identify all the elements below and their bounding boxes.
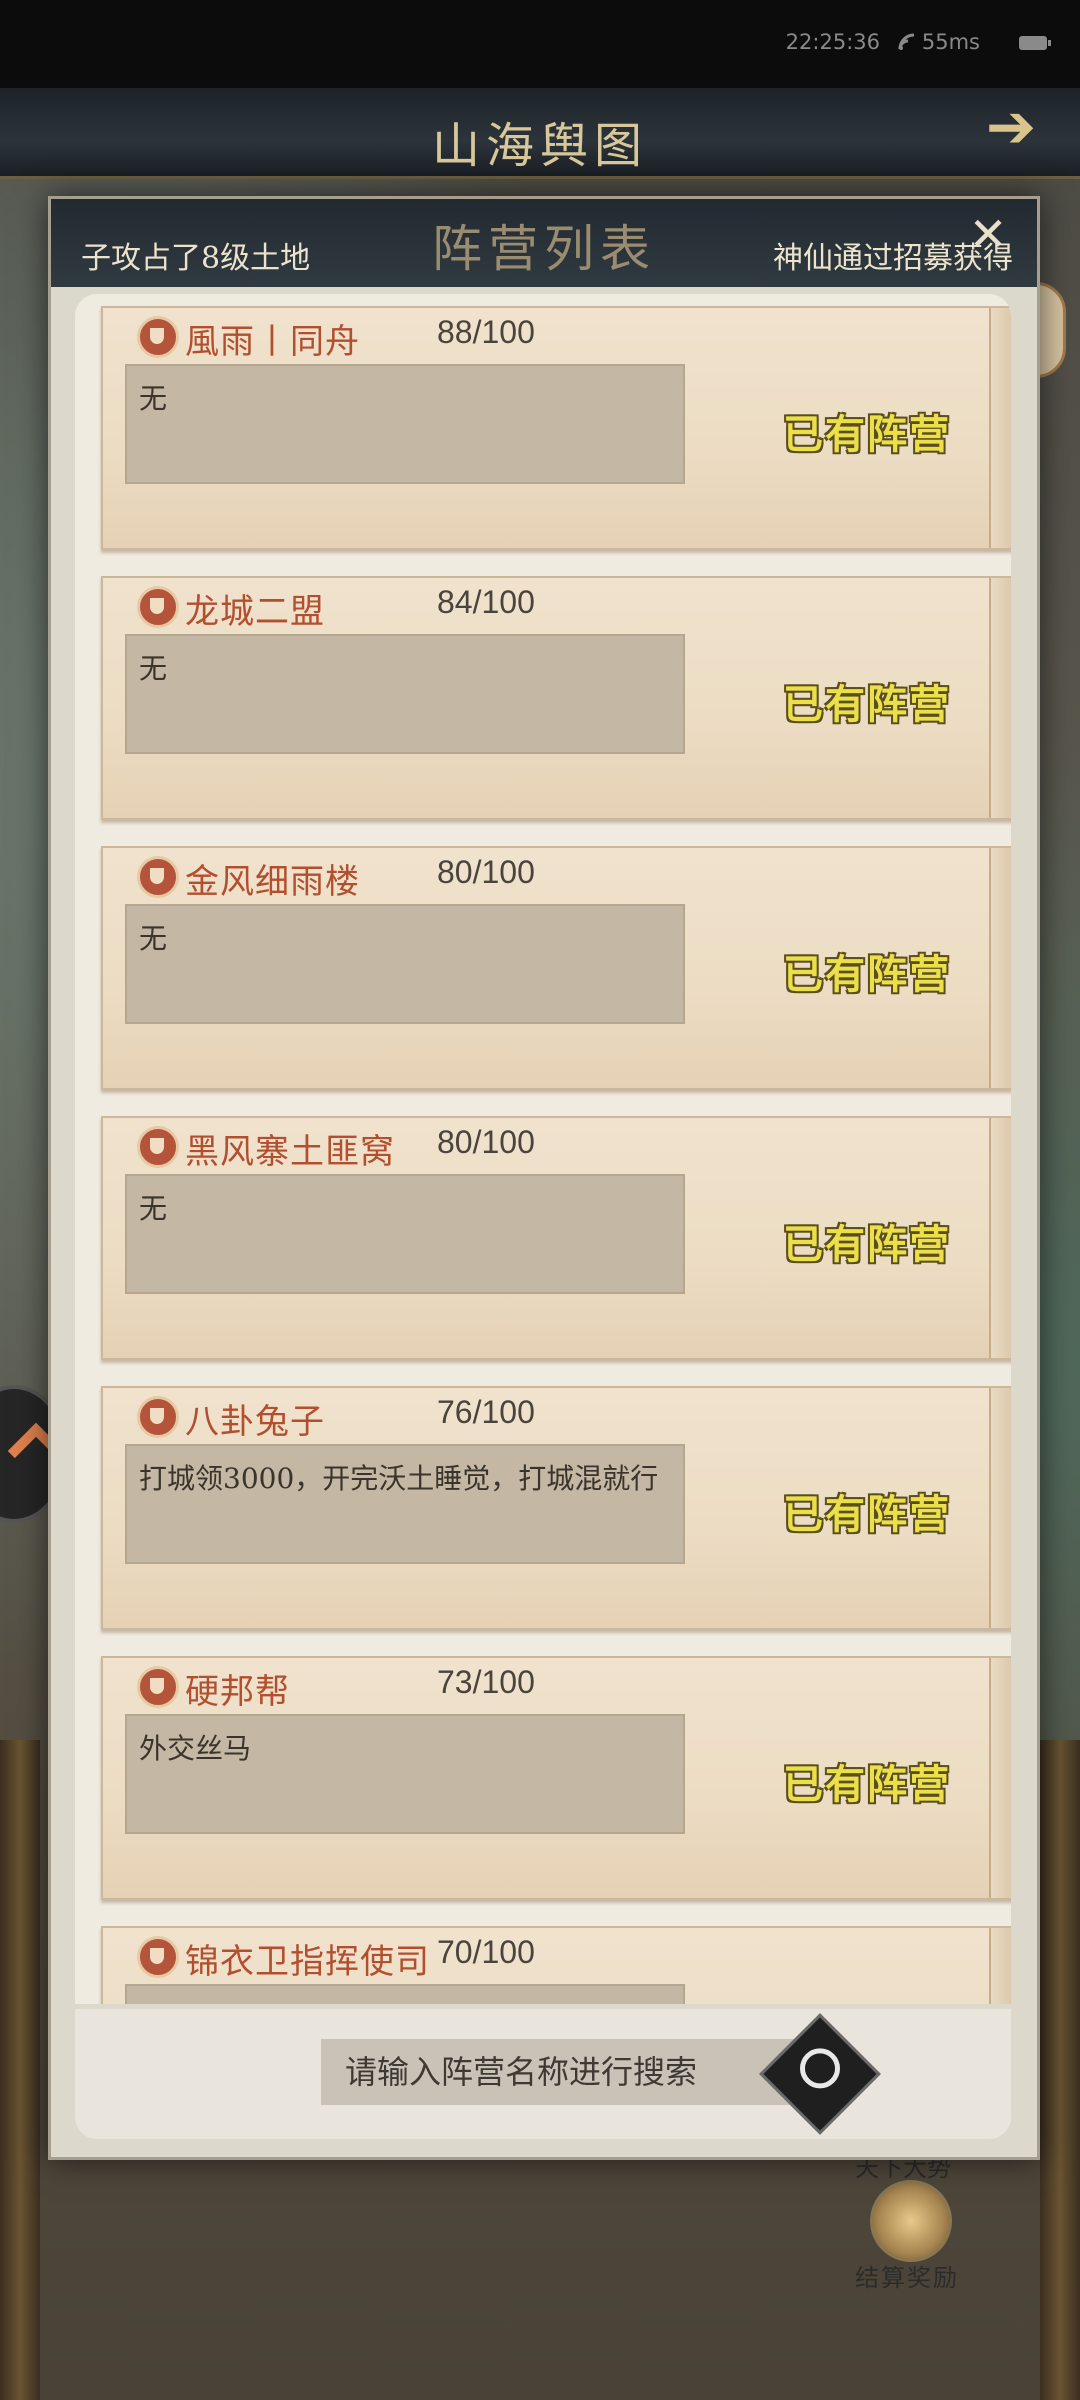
shield-icon: [137, 1666, 179, 1708]
shield-icon: [137, 586, 179, 628]
camp-name[interactable]: 金风细雨楼: [185, 854, 360, 907]
camp-status: 已有阵营: [783, 411, 951, 458]
camp-card[interactable]: 黑风寨土匪窝 80/100 无 已有阵营: [101, 1116, 1011, 1360]
camp-name[interactable]: 硬邦帮: [185, 1664, 290, 1717]
camp-card[interactable]: 八卦兔子 76/100 打城领3000，开完沃土睡觉，打城混就行 已有阵营: [101, 1386, 1011, 1630]
shield-icon: [137, 1936, 179, 1978]
camp-card[interactable]: 锦衣卫指挥使司 70/100: [101, 1926, 1011, 2004]
camp-description: 无: [125, 904, 685, 1024]
dialog-footer: [75, 2009, 1011, 2139]
camp-list-dialog: 子攻占了8级土地 阵营列表 神仙通过招募获得 ✕ 風雨丨同舟 88/100 无 …: [48, 196, 1040, 2160]
camp-status: 已有阵营: [783, 1491, 951, 1538]
camp-description: 打城领3000，开完沃土睡觉，打城混就行: [125, 1444, 685, 1564]
shield-icon: [137, 1126, 179, 1168]
camp-search-input[interactable]: [321, 2039, 821, 2105]
camp-member-count: 73/100: [437, 1664, 535, 1700]
camp-status: 已有阵营: [783, 1221, 951, 1268]
camp-card[interactable]: 風雨丨同舟 88/100 无 已有阵营: [101, 306, 1011, 550]
camp-name[interactable]: 八卦兔子: [185, 1394, 325, 1447]
game-title-bar: 山海舆图: [0, 88, 1080, 179]
camp-description: 无: [125, 364, 685, 484]
shield-icon: [137, 1396, 179, 1438]
game-screen: 22:25:36 55ms 山海舆图 ➔ 天下大势 结算奖励 子攻占了8级土地 …: [0, 0, 1080, 2400]
search-icon: [800, 2048, 840, 2089]
arrow-right-icon[interactable]: ➔: [956, 92, 1066, 162]
camp-name[interactable]: 龙城二盟: [185, 584, 325, 637]
camp-name[interactable]: 锦衣卫指挥使司: [185, 1934, 430, 1987]
camp-card[interactable]: 硬邦帮 73/100 外交丝马 已有阵营: [101, 1656, 1011, 1900]
shield-icon: [137, 856, 179, 898]
signal-icon: [898, 33, 915, 50]
camp-member-count: 80/100: [437, 1124, 535, 1160]
camp-description: [125, 1984, 685, 2004]
close-icon[interactable]: ✕: [963, 209, 1013, 259]
search-button[interactable]: [759, 2013, 881, 2135]
camp-status: 已有阵营: [783, 951, 951, 998]
status-ping: 55ms: [898, 30, 980, 54]
scroll-ornament-left: [0, 1740, 40, 2400]
scroll-ornament-right: [1040, 1740, 1080, 2400]
game-title: 山海舆图: [431, 118, 648, 174]
camp-name[interactable]: 黑风寨土匪窝: [185, 1124, 395, 1177]
reward-label[interactable]: 结算奖励: [855, 2258, 959, 2293]
shield-icon: [137, 316, 179, 358]
reward-chest-icon[interactable]: [870, 2180, 952, 2262]
camp-card[interactable]: 龙城二盟 84/100 无 已有阵营: [101, 576, 1011, 820]
camp-name[interactable]: 風雨丨同舟: [185, 314, 360, 367]
camp-status: 已有阵营: [783, 1761, 951, 1808]
camp-member-count: 70/100: [437, 1934, 535, 1970]
camp-status: 已有阵营: [783, 681, 951, 728]
camp-member-count: 84/100: [437, 584, 535, 620]
camp-description: 无: [125, 634, 685, 754]
status-bar: 22:25:36 55ms: [0, 0, 1080, 88]
camp-description: 外交丝马: [125, 1714, 685, 1834]
camp-card[interactable]: 金风细雨楼 80/100 无 已有阵营: [101, 846, 1011, 1090]
camp-member-count: 76/100: [437, 1394, 535, 1430]
status-time: 22:25:36: [785, 30, 880, 54]
dialog-header: 子攻占了8级土地 阵营列表 神仙通过招募获得 ✕: [51, 199, 1037, 287]
battery-icon: [1019, 36, 1051, 50]
camp-list[interactable]: 風雨丨同舟 88/100 无 已有阵营 龙城二盟 84/100 无 已有阵营 金…: [75, 294, 1011, 2004]
ping-value: 55ms: [921, 30, 980, 54]
camp-member-count: 80/100: [437, 854, 535, 890]
camp-member-count: 88/100: [437, 314, 535, 350]
camp-description: 无: [125, 1174, 685, 1294]
